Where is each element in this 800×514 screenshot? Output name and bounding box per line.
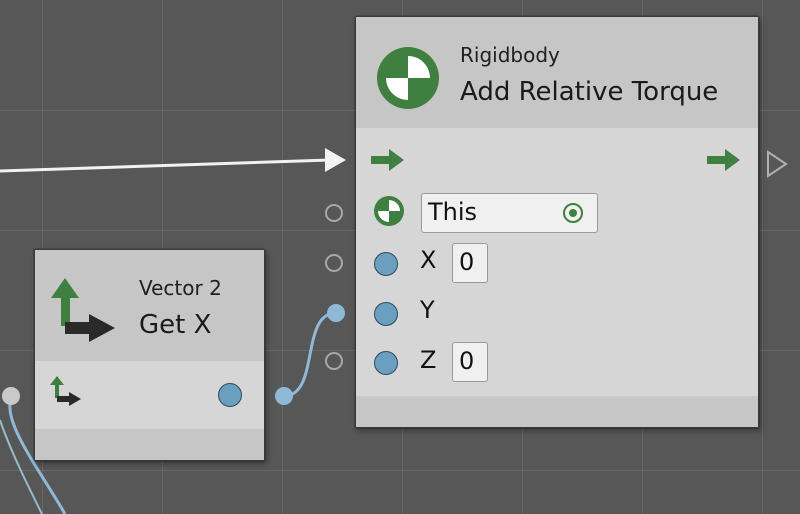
x-input-ghost-port[interactable] (325, 254, 343, 272)
control-flow-wire-arrowhead (325, 148, 346, 172)
target-input-ghost-port[interactable] (325, 204, 343, 222)
vector2-axes-icon (51, 278, 115, 342)
flow-output-arrow-icon[interactable] (706, 148, 742, 172)
node-footer (356, 398, 758, 427)
node-footer (35, 429, 264, 460)
z-value: 0 (459, 347, 475, 375)
rigidbody-icon (374, 196, 404, 226)
get-x-output-port[interactable] (218, 383, 242, 407)
control-output-port-icon[interactable] (766, 150, 788, 178)
z-input-port[interactable] (374, 351, 398, 375)
node-header: Rigidbody Add Relative Torque (356, 17, 758, 128)
node-subtitle: Rigidbody (460, 43, 560, 67)
node-subtitle: Vector 2 (139, 276, 222, 300)
value-wire-end-dot (327, 304, 345, 322)
node-header: Vector 2 Get X (35, 250, 264, 361)
control-flow-wire[interactable] (0, 158, 331, 173)
vector2-get-x-node[interactable]: Vector 2 Get X (34, 249, 265, 461)
y-input-port[interactable] (374, 302, 398, 326)
z-input-ghost-port[interactable] (325, 352, 343, 370)
vector2-axes-icon (50, 376, 81, 406)
x-value-field[interactable]: 0 (452, 243, 488, 283)
z-value-field[interactable]: 0 (452, 342, 488, 382)
flow-input-arrow-icon[interactable] (370, 148, 406, 172)
x-value: 0 (459, 248, 475, 276)
add-relative-torque-node[interactable]: Rigidbody Add Relative Torque This X 0 Y… (355, 16, 759, 428)
incoming-wire-dot (2, 387, 20, 405)
target-field-value: This (428, 198, 478, 226)
value-wire-start-dot (275, 387, 293, 405)
x-label: X (420, 246, 437, 274)
target-picker-icon[interactable] (562, 202, 584, 224)
rigidbody-icon (377, 47, 439, 109)
node-body (35, 361, 264, 429)
y-label: Y (420, 296, 435, 324)
node-title: Add Relative Torque (460, 77, 719, 107)
x-input-port[interactable] (374, 252, 398, 276)
z-label: Z (420, 346, 437, 374)
node-title: Get X (139, 310, 212, 340)
node-body: This X 0 Y Z 0 (356, 128, 758, 396)
